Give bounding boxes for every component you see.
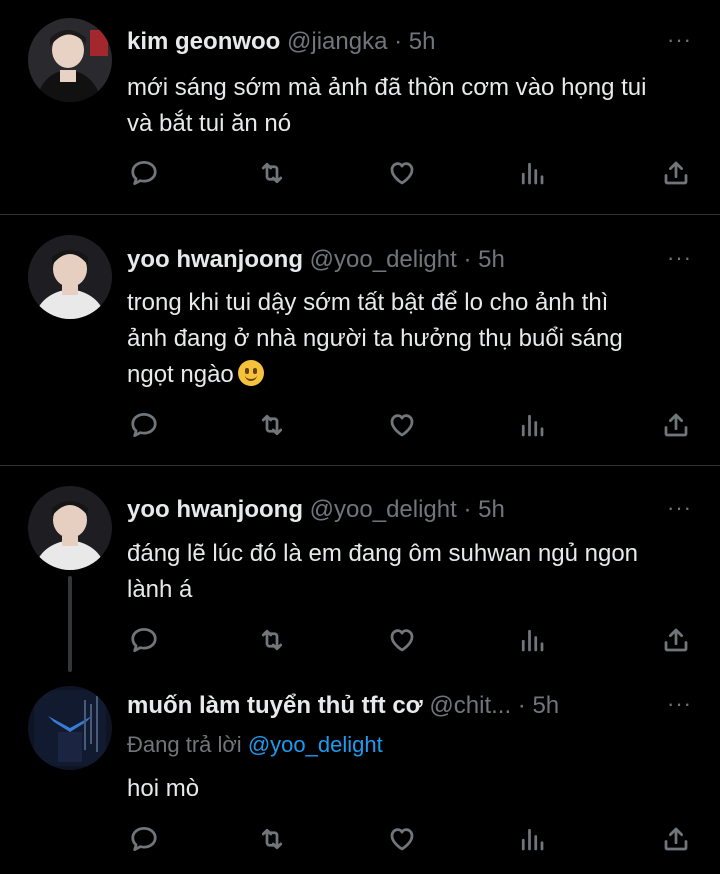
display-name[interactable]: kim geonwoo xyxy=(127,28,280,55)
share-icon[interactable] xyxy=(659,623,693,657)
tweet-text-line: lành á xyxy=(127,576,193,603)
tweet[interactable]: yoo hwanjoong @yoo_delight · 5h ··· đáng… xyxy=(0,466,720,666)
more-options-icon[interactable]: ··· xyxy=(667,495,692,521)
action-bar xyxy=(0,822,720,856)
timestamp[interactable]: · 5h xyxy=(463,496,504,523)
tweet[interactable]: kim geonwoo @jiangka · 5h ··· mới sáng s… xyxy=(0,0,720,214)
more-options-icon[interactable]: ··· xyxy=(667,27,692,53)
tweet-header: yoo hwanjoong @yoo_delight · 5h xyxy=(127,496,505,524)
action-bar xyxy=(0,408,720,442)
tweet-text: trong khi tui dậy sớm tất bật để lo cho … xyxy=(127,285,697,393)
tweet-text: mới sáng sớm mà ảnh đã thồn cơm vào họng… xyxy=(127,70,697,142)
share-icon[interactable] xyxy=(659,408,693,442)
tweet-text-line: trong khi tui dậy sớm tất bật để lo cho … xyxy=(127,289,609,316)
tweet-text-line: và bắt tui ăn nó xyxy=(127,110,292,137)
avatar[interactable] xyxy=(28,18,112,102)
thread-connector-line xyxy=(68,576,72,672)
timestamp[interactable]: · 5h xyxy=(518,692,559,719)
display-name[interactable]: muốn làm tuyển thủ tft cơ xyxy=(127,692,423,719)
avatar[interactable] xyxy=(28,235,112,319)
views-icon[interactable] xyxy=(515,822,549,856)
more-options-icon[interactable]: ··· xyxy=(667,245,692,271)
tweet-header: kim geonwoo @jiangka · 5h xyxy=(127,28,435,56)
replying-to-label: Đang trả lời xyxy=(127,732,242,757)
reply-icon[interactable] xyxy=(127,623,161,657)
tweet[interactable]: muốn làm tuyển thủ tft cơ @chit... · 5h … xyxy=(0,672,720,874)
heart-icon[interactable] xyxy=(385,623,419,657)
tweet-text: hoi mò xyxy=(127,771,697,807)
action-bar xyxy=(0,623,720,657)
more-options-icon[interactable]: ··· xyxy=(667,691,692,717)
tweet-text: đáng lẽ lúc đó là em đang ôm suhwan ngủ … xyxy=(127,536,697,608)
username[interactable]: @chit... xyxy=(429,692,511,719)
share-icon[interactable] xyxy=(659,156,693,190)
heart-icon[interactable] xyxy=(385,156,419,190)
retweet-icon[interactable] xyxy=(255,408,289,442)
timestamp[interactable]: · 5h xyxy=(394,28,435,55)
avatar[interactable] xyxy=(28,686,112,770)
timestamp[interactable]: · 5h xyxy=(463,246,504,273)
tweet-header: muốn làm tuyển thủ tft cơ @chit... · 5h xyxy=(127,692,559,720)
slightly-smiling-face-icon xyxy=(237,360,264,386)
retweet-icon[interactable] xyxy=(255,623,289,657)
username[interactable]: @jiangka xyxy=(287,28,387,55)
heart-icon[interactable] xyxy=(385,822,419,856)
action-bar xyxy=(0,156,720,190)
tweet-text-line: ngọt ngào xyxy=(127,361,234,388)
views-icon[interactable] xyxy=(515,156,549,190)
tweet-text-line: hoi mò xyxy=(127,775,200,802)
retweet-icon[interactable] xyxy=(255,822,289,856)
views-icon[interactable] xyxy=(515,408,549,442)
share-icon[interactable] xyxy=(659,822,693,856)
display-name[interactable]: yoo hwanjoong xyxy=(127,246,303,273)
heart-icon[interactable] xyxy=(385,408,419,442)
tweet-text-line: mới sáng sớm mà ảnh đã thồn cơm vào họng… xyxy=(127,74,647,101)
tweet[interactable]: yoo hwanjoong @yoo_delight · 5h ··· tron… xyxy=(0,215,720,465)
display-name[interactable]: yoo hwanjoong xyxy=(127,496,303,523)
reply-icon[interactable] xyxy=(127,822,161,856)
views-icon[interactable] xyxy=(515,623,549,657)
retweet-icon[interactable] xyxy=(255,156,289,190)
username[interactable]: @yoo_delight xyxy=(310,246,457,273)
tweet-text-line: ảnh đang ở nhà người ta hưởng thụ buổi s… xyxy=(127,325,623,352)
reply-icon[interactable] xyxy=(127,408,161,442)
replying-to: Đang trả lời @yoo_delight xyxy=(127,732,383,758)
username[interactable]: @yoo_delight xyxy=(310,496,457,523)
reply-icon[interactable] xyxy=(127,156,161,190)
mention-link[interactable]: @yoo_delight xyxy=(248,732,383,757)
tweet-header: yoo hwanjoong @yoo_delight · 5h xyxy=(127,246,505,274)
avatar[interactable] xyxy=(28,486,112,570)
tweet-text-line: đáng lẽ lúc đó là em đang ôm suhwan ngủ … xyxy=(127,540,639,567)
